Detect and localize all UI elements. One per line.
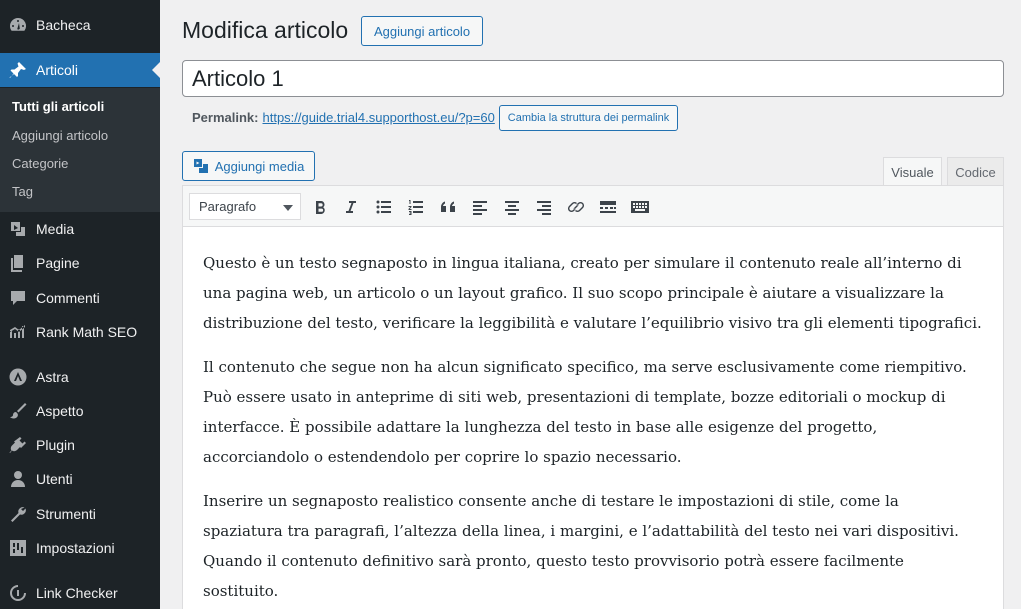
keyboard-icon <box>631 201 649 213</box>
add-media-button[interactable]: Aggiungi media <box>182 151 315 181</box>
read-more-icon <box>600 201 616 213</box>
admin-sidebar: Bacheca Articoli Tutti gli articoli Aggi… <box>0 0 160 609</box>
add-media-label: Aggiungi media <box>214 158 305 174</box>
page-title: Modifica articolo <box>182 17 349 43</box>
submenu-tags[interactable]: Tag <box>12 184 33 199</box>
menu-label: Impostazioni <box>36 540 115 556</box>
menu-label: Bacheca <box>36 17 91 33</box>
format-select[interactable]: Paragrafo <box>189 193 301 220</box>
menu-label: Aspetto <box>36 403 84 419</box>
content-paragraph: Inserire un segnaposto realistico consen… <box>203 492 959 600</box>
menu-label: Articoli <box>36 62 79 78</box>
italic-button[interactable] <box>339 195 363 219</box>
menu-item-astra[interactable]: Astra <box>0 360 160 394</box>
pages-icon <box>8 253 28 273</box>
toolbar-toggle-button[interactable] <box>628 195 652 219</box>
link-icon <box>567 201 585 213</box>
menu-item-strumenti[interactable]: Strumenti <box>0 497 160 531</box>
post-title-input[interactable]: Articolo 1 <box>182 60 1004 97</box>
menu-label: Strumenti <box>36 506 96 522</box>
menu-label: Commenti <box>36 290 100 306</box>
align-left-icon <box>473 201 487 215</box>
content-paragraph: Questo è un testo segnaposto in lingua i… <box>203 254 982 332</box>
permalink-label: Permalink: <box>192 110 259 125</box>
menu-label: Media <box>36 221 75 237</box>
menu-item-aspetto[interactable]: Aspetto <box>0 394 160 428</box>
media-icon <box>8 219 28 239</box>
astra-icon <box>8 367 28 387</box>
submenu-categories[interactable]: Categorie <box>12 156 68 171</box>
quote-icon <box>441 201 455 212</box>
menu-item-commenti[interactable]: Commenti <box>0 281 160 315</box>
dashboard-icon <box>8 15 28 35</box>
menu-item-utenti[interactable]: Utenti <box>0 462 160 496</box>
articoli-submenu: Tutti gli articoli Aggiungi articolo Cat… <box>0 88 160 212</box>
italic-icon <box>346 201 356 213</box>
comments-icon <box>8 288 28 308</box>
menu-label: Plugin <box>36 437 75 453</box>
add-new-post-button[interactable]: Aggiungi articolo <box>361 16 483 46</box>
align-center-button[interactable] <box>500 195 524 219</box>
wrench-icon <box>8 504 28 524</box>
numbered-list-button[interactable] <box>404 195 428 219</box>
editor-toolbar: Paragrafo <box>183 186 1003 227</box>
align-right-icon <box>537 201 551 215</box>
blockquote-button[interactable] <box>436 195 460 219</box>
menu-label: Astra <box>36 369 69 385</box>
bold-button[interactable] <box>308 195 332 219</box>
menu-label: Rank Math SEO <box>36 324 138 340</box>
change-permalink-button[interactable]: Cambia la struttura dei permalink <box>499 105 678 131</box>
menu-item-plugin[interactable]: Plugin <box>0 428 160 462</box>
add-media-icon <box>193 159 208 173</box>
plugin-icon <box>8 435 28 455</box>
menu-label: Pagine <box>36 255 80 271</box>
insert-link-button[interactable] <box>564 195 588 219</box>
numbered-list-icon <box>408 200 423 215</box>
align-left-button[interactable] <box>468 195 492 219</box>
align-right-button[interactable] <box>532 195 556 219</box>
pin-icon <box>8 60 28 80</box>
menu-item-impostazioni[interactable]: Impostazioni <box>0 531 160 565</box>
bulleted-list-icon <box>376 200 391 214</box>
format-select-value: Paragrafo <box>199 199 257 214</box>
tab-visual[interactable]: Visuale <box>883 157 942 186</box>
submenu-all-posts[interactable]: Tutti gli articoli <box>12 99 104 114</box>
classic-editor: Paragrafo Questo è un testo segnaposto i… <box>182 185 1004 609</box>
link-icon <box>8 583 28 603</box>
menu-label: Link Checker <box>36 585 118 601</box>
chart-icon <box>8 322 28 342</box>
menu-item-bacheca[interactable]: Bacheca <box>0 8 160 42</box>
editor-content[interactable]: Questo è un testo segnaposto in lingua i… <box>203 248 983 609</box>
tab-code[interactable]: Codice <box>947 157 1004 186</box>
read-more-button[interactable] <box>596 195 620 219</box>
permalink-row: Permalink: https://guide.trial4.supporth… <box>192 110 495 125</box>
permalink-link[interactable]: https://guide.trial4.supporthost.eu/?p=6… <box>262 110 494 125</box>
bulleted-list-button[interactable] <box>372 195 396 219</box>
submenu-add-post[interactable]: Aggiungi articolo <box>12 128 108 143</box>
user-icon <box>8 469 28 489</box>
settings-icon <box>8 538 28 558</box>
menu-item-articoli[interactable]: Articoli <box>0 53 160 87</box>
chevron-down-icon <box>283 205 293 211</box>
brush-icon <box>8 401 28 421</box>
bold-icon <box>316 201 325 214</box>
menu-label: Utenti <box>36 471 73 487</box>
content-paragraph: Il contenuto che segue non ha alcun sign… <box>203 358 967 466</box>
align-center-icon <box>505 201 519 215</box>
menu-item-link-checker[interactable]: Link Checker <box>0 576 160 609</box>
menu-item-media[interactable]: Media <box>0 212 160 246</box>
menu-item-rank-math[interactable]: Rank Math SEO <box>0 315 160 349</box>
menu-item-pagine[interactable]: Pagine <box>0 246 160 280</box>
